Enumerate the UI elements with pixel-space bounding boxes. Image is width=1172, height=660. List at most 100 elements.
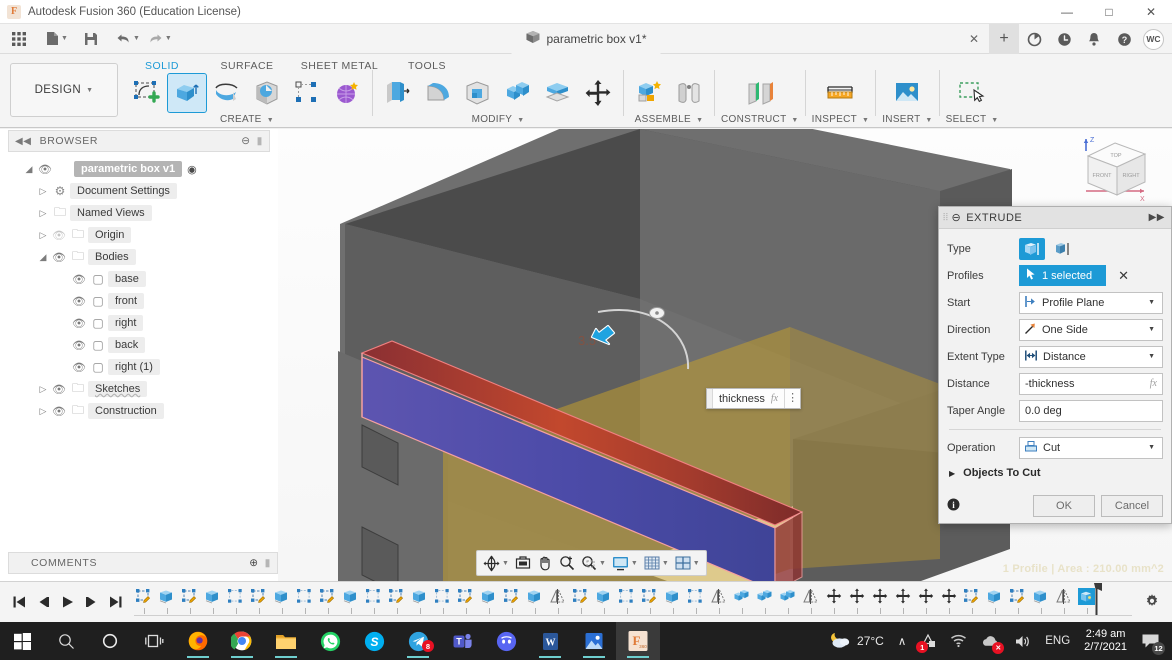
- photos-icon[interactable]: [572, 622, 616, 660]
- distance-manipulator-input[interactable]: thickness fx ⋮: [706, 388, 802, 409]
- tab-sheet-metal[interactable]: SHEET METAL: [292, 58, 387, 74]
- show-hidden-icons-chevron[interactable]: ∧: [892, 622, 912, 660]
- timeline-feature-25-mirror-plane-feature[interactable]: [707, 588, 730, 616]
- timeline-feature-3-extrude-feature[interactable]: [201, 588, 224, 616]
- expand-right-icon[interactable]: ▶▶: [1149, 212, 1165, 223]
- minimize-panel-icon[interactable]: ⊖: [241, 135, 250, 147]
- timeline-feature-5-sketch-feature[interactable]: [247, 588, 270, 616]
- timeline-feature-26-combine-feature[interactable]: [730, 588, 753, 616]
- fillet-icon[interactable]: [419, 74, 457, 112]
- visibility-eye-off-icon[interactable]: 👁: [50, 229, 68, 242]
- tree-item-construction[interactable]: ▷ 👁 🗀 Construction: [0, 400, 278, 422]
- sweep-icon[interactable]: [248, 74, 286, 112]
- visibility-eye-icon[interactable]: 👁: [70, 273, 88, 286]
- measure-ruler-icon[interactable]: [819, 74, 861, 112]
- chevron-down-icon[interactable]: ▼: [1148, 326, 1158, 333]
- save-icon[interactable]: [78, 24, 104, 54]
- timeline-feature-7-construction-plane-feature[interactable]: [293, 588, 316, 616]
- move-copy-icon[interactable]: [579, 74, 617, 112]
- language-indicator[interactable]: ENG: [1039, 622, 1076, 660]
- timeline-feature-19-sketch-feature[interactable]: [569, 588, 592, 616]
- timeline-feature-23-extrude-feature[interactable]: [661, 588, 684, 616]
- ribbon-group-caption-modify[interactable]: MODIFY ▼: [472, 114, 525, 125]
- manipulator-menu-icon[interactable]: ⋮: [784, 389, 800, 408]
- ribbon-group-caption-assemble[interactable]: ASSEMBLE ▼: [635, 114, 704, 125]
- info-icon[interactable]: i: [947, 498, 960, 514]
- play-icon[interactable]: [56, 590, 78, 614]
- clock[interactable]: 2:49 am 2/7/2021: [1078, 628, 1133, 654]
- zoom-window-icon[interactable]: ▼: [578, 552, 609, 574]
- ribbon-group-caption-create[interactable]: CREATE ▼: [220, 114, 274, 125]
- timeline-feature-31-move-feature[interactable]: [845, 588, 868, 616]
- chevron-down-icon[interactable]: ▼: [1148, 299, 1158, 306]
- collapse-dot-icon[interactable]: ⊖: [951, 211, 961, 224]
- undo-arrow-icon[interactable]: ▼: [112, 24, 144, 54]
- operation-dropdown[interactable]: Cut ▼: [1019, 436, 1163, 459]
- timeline-feature-12-extrude-feature[interactable]: [408, 588, 431, 616]
- timeline-feature-21-construction-plane-feature[interactable]: [615, 588, 638, 616]
- timeline-feature-4-construction-plane-feature[interactable]: [224, 588, 247, 616]
- weather-widget[interactable]: 27°C: [821, 622, 890, 660]
- notification-center-icon[interactable]: 12: [1135, 622, 1166, 660]
- whatsapp-icon[interactable]: [308, 622, 352, 660]
- timeline-feature-35-move-feature[interactable]: [937, 588, 960, 616]
- workspace-selector[interactable]: DESIGN ▼: [10, 63, 118, 117]
- timeline-feature-22-sketch-feature[interactable]: [638, 588, 661, 616]
- tree-item-right[interactable]: 👁 ▢ right: [0, 312, 278, 334]
- ribbon-group-caption-select[interactable]: SELECT ▼: [946, 114, 999, 125]
- chevron-down-icon[interactable]: ▼: [1148, 353, 1158, 360]
- timeline-feature-34-move-feature[interactable]: [914, 588, 937, 616]
- timeline-feature-13-construction-plane-feature[interactable]: [431, 588, 454, 616]
- ribbon-group-caption-inspect[interactable]: INSPECT ▼: [812, 114, 870, 125]
- viewports-icon[interactable]: ▼: [672, 552, 703, 574]
- select-window-icon[interactable]: [949, 74, 995, 112]
- timeline-marker[interactable]: [1094, 583, 1102, 615]
- profiles-selection-button[interactable]: 1 selected: [1019, 265, 1107, 286]
- timeline-feature-6-extrude-feature[interactable]: [270, 588, 293, 616]
- sketch-create-icon[interactable]: [128, 74, 166, 112]
- start-dropdown[interactable]: Profile Plane ▼: [1019, 291, 1163, 314]
- timeline-feature-17-extrude-feature[interactable]: [523, 588, 546, 616]
- display-settings-icon[interactable]: ▼: [609, 552, 641, 574]
- skype-icon[interactable]: S: [352, 622, 396, 660]
- cancel-button[interactable]: Cancel: [1101, 495, 1163, 517]
- chevron-collapsed-icon[interactable]: ▷: [36, 208, 50, 219]
- chevron-right-icon[interactable]: ▶: [949, 469, 955, 478]
- file-explorer-icon[interactable]: [264, 622, 308, 660]
- discord-icon[interactable]: [484, 622, 528, 660]
- panel-grip-icon[interactable]: ▮: [265, 557, 271, 569]
- tab-surface[interactable]: SURFACE: [202, 58, 292, 74]
- grid-snap-icon[interactable]: ▼: [641, 552, 672, 574]
- zoom-icon[interactable]: [556, 552, 578, 574]
- timeline-feature-20-extrude-feature[interactable]: [592, 588, 615, 616]
- timeline-feature-0-sketch-feature[interactable]: [132, 588, 155, 616]
- tree-item-bodies[interactable]: ◢ 👁 🗀 Bodies: [0, 246, 278, 268]
- clock-icon[interactable]: [1049, 24, 1079, 54]
- close-document-tab-button[interactable]: ✕: [959, 24, 989, 54]
- insert-image-icon[interactable]: [886, 74, 928, 112]
- offset-face-icon[interactable]: [539, 74, 577, 112]
- activate-radio-icon[interactable]: ◉: [187, 163, 197, 176]
- pan-hand-icon[interactable]: [534, 552, 556, 574]
- step-back-icon[interactable]: [32, 590, 54, 614]
- timeline-feature-29-mirror-feature[interactable]: [799, 588, 822, 616]
- visibility-eye-icon[interactable]: 👁: [70, 339, 88, 352]
- profile-extrude-icon[interactable]: [1019, 237, 1045, 260]
- go-to-end-icon[interactable]: [104, 590, 126, 614]
- collapse-left-icon[interactable]: ◀◀: [15, 136, 32, 147]
- maximize-button[interactable]: □: [1088, 0, 1130, 24]
- sphere-primitive-icon[interactable]: [328, 74, 366, 112]
- timeline-feature-32-move-feature[interactable]: [868, 588, 891, 616]
- close-button[interactable]: ✕: [1130, 0, 1172, 24]
- redo-arrow-icon[interactable]: ▼: [144, 24, 176, 54]
- new-file-icon[interactable]: ▼: [42, 24, 72, 54]
- dialog-grip-icon[interactable]: ⦙⦙: [939, 212, 951, 223]
- help-icon[interactable]: ?: [1109, 24, 1139, 54]
- shell-icon[interactable]: [459, 74, 497, 112]
- go-to-beginning-icon[interactable]: [8, 590, 30, 614]
- telegram-icon[interactable]: 8: [396, 622, 440, 660]
- chrome-icon[interactable]: [220, 622, 264, 660]
- speaker-icon[interactable]: [1008, 622, 1037, 660]
- timeline-feature-39-extrude-feature[interactable]: [1029, 588, 1052, 616]
- view-cube[interactable]: Z X TOP FRONT RIGHT: [1072, 133, 1162, 213]
